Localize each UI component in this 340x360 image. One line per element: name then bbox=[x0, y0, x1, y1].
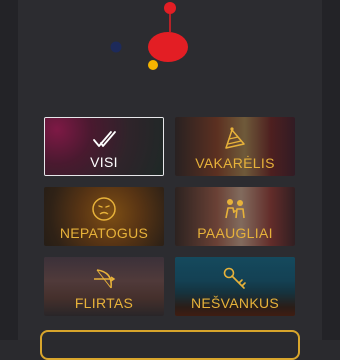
teens-icon bbox=[225, 199, 245, 219]
category-tile-vakarelis[interactable]: VAKARĖLIS bbox=[175, 117, 295, 176]
continue-button[interactable] bbox=[40, 330, 300, 360]
party-hat-icon bbox=[225, 127, 245, 149]
category-label-flirtas: FLIRTAS bbox=[74, 295, 134, 311]
cupid-bow-icon bbox=[94, 269, 116, 289]
category-label-nesvankus: NEŠVANKUS bbox=[190, 295, 280, 311]
awkward-face-icon bbox=[92, 197, 116, 221]
app-logo bbox=[110, 2, 188, 70]
category-label-paaugliai: PAAUGLIAI bbox=[197, 225, 273, 241]
category-label-vakarelis: VAKARĖLIS bbox=[195, 155, 275, 171]
right-margin bbox=[322, 0, 340, 340]
category-tile-nepatogus[interactable]: NEPATOGUS bbox=[44, 187, 164, 246]
key-icon bbox=[223, 267, 246, 289]
category-tile-flirtas[interactable]: FLIRTAS bbox=[44, 257, 164, 316]
logo-small-red-dot bbox=[164, 2, 176, 14]
category-label-nepatogus: NEPATOGUS bbox=[59, 225, 149, 241]
logo-navy-dot bbox=[110, 41, 122, 53]
left-margin bbox=[0, 0, 18, 340]
category-tile-visi[interactable]: VISI bbox=[44, 117, 164, 176]
logo-yellow-dot bbox=[148, 60, 158, 70]
category-tile-nesvankus[interactable]: NEŠVANKUS bbox=[175, 257, 295, 316]
category-tile-paaugliai[interactable]: PAAUGLIAI bbox=[175, 187, 295, 246]
category-label-visi: VISI bbox=[90, 154, 118, 170]
double-check-icon bbox=[93, 131, 116, 147]
logo-big-red-blob bbox=[148, 32, 188, 62]
